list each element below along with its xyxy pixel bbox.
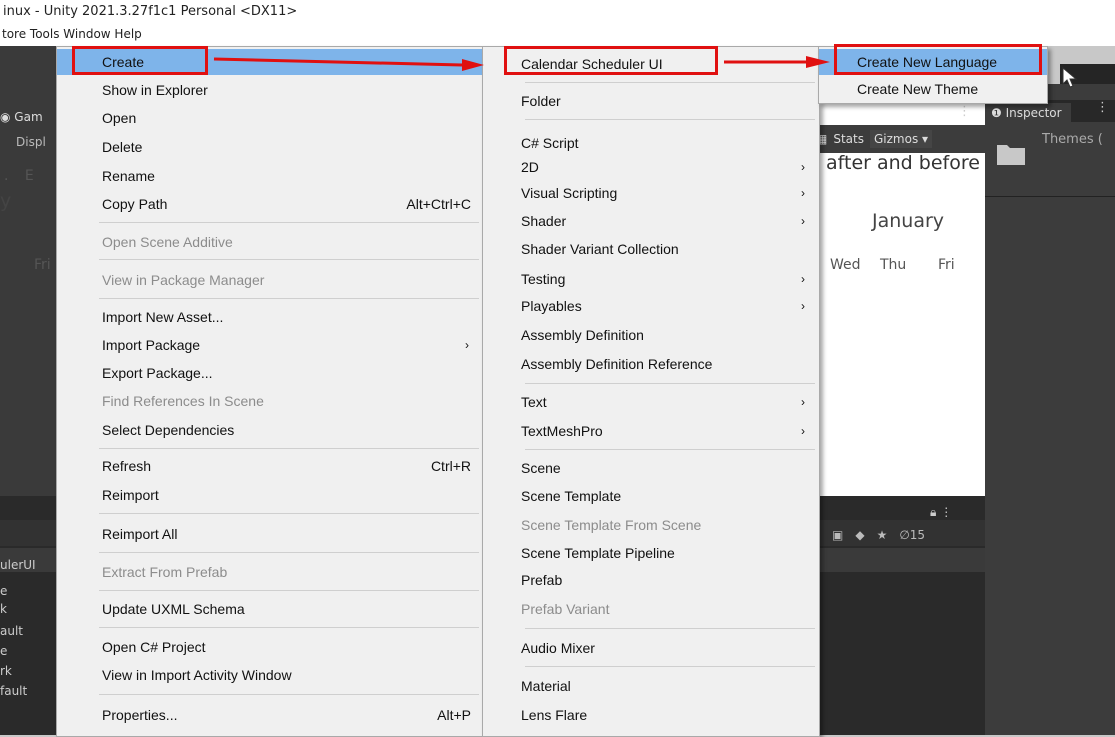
- arrowhead-icon: [462, 59, 484, 71]
- arrowhead-icon: [806, 56, 830, 68]
- annotation-arrows: [213, 56, 830, 71]
- annotation-arrow: [213, 57, 463, 67]
- mouse-cursor-icon: [1062, 67, 1078, 88]
